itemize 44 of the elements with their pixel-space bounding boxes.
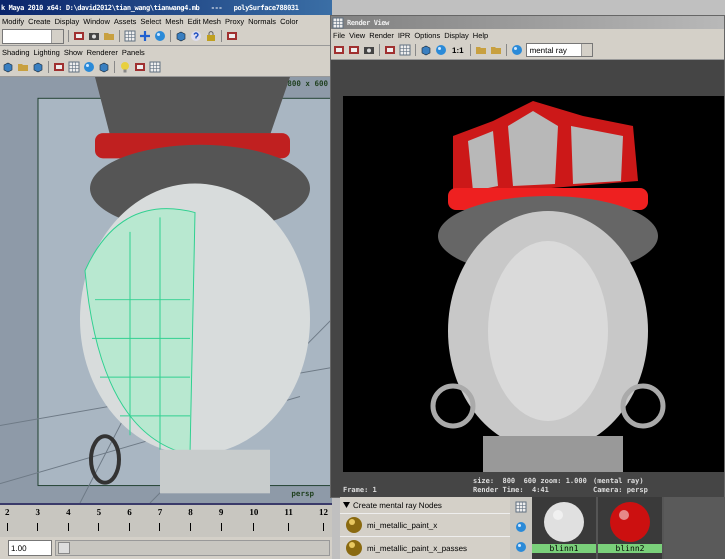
grid-icon[interactable] (68, 61, 80, 73)
frame-number: 9 (218, 507, 224, 517)
sphere-icon[interactable] (544, 502, 584, 542)
actual-size-button[interactable]: 1:1 (450, 46, 466, 54)
cube-icon[interactable] (98, 61, 110, 73)
slider-thumb[interactable] (58, 542, 70, 554)
grid-icon[interactable] (515, 501, 527, 513)
sphere-icon[interactable] (610, 502, 650, 542)
grid-icon[interactable] (124, 30, 136, 42)
frame-number: 12 (318, 507, 328, 517)
sphere-icon (346, 540, 362, 556)
camera-icon[interactable] (363, 44, 375, 56)
frame-number: 8 (188, 507, 193, 517)
cube-icon[interactable] (32, 61, 44, 73)
material-label: blinn1 (532, 544, 596, 553)
node-item[interactable]: mi_metallic_paint_x (340, 513, 510, 536)
grid-icon[interactable] (149, 61, 161, 73)
timeline[interactable]: 2 3 4 5 6 7 8 9 10 11 12 (0, 503, 332, 537)
cube-icon[interactable] (420, 44, 432, 56)
material-label: blinn2 (598, 544, 662, 553)
menu-set-dropdown[interactable] (2, 28, 64, 44)
lock-icon[interactable] (205, 30, 217, 42)
question-icon[interactable] (190, 30, 202, 42)
cube-icon[interactable] (175, 30, 187, 42)
grid-icon[interactable] (332, 16, 344, 28)
range-slider[interactable] (55, 540, 330, 556)
sphere-icon (346, 517, 362, 533)
section-header[interactable]: Create mental ray Nodes (353, 500, 442, 510)
frame-number: 11 (284, 507, 293, 517)
plus-icon[interactable] (139, 30, 151, 42)
frame-number: 10 (249, 507, 258, 517)
frame-number: 4 (66, 507, 71, 517)
cube-icon[interactable] (2, 61, 14, 73)
start-field[interactable]: 1.00 (8, 540, 52, 556)
frame-number: 6 (127, 507, 132, 517)
frame-number: 7 (158, 507, 162, 517)
grid-icon[interactable] (399, 44, 411, 56)
expand-triangle-icon[interactable] (343, 502, 350, 508)
frame-number: 5 (96, 507, 102, 517)
frame-number: 3 (36, 507, 40, 517)
node-item[interactable]: mi_metallic_paint_x_passes (340, 536, 510, 559)
frame-number: 2 (5, 507, 10, 517)
renderer-dropdown[interactable]: mental ray (526, 43, 593, 57)
camera-icon[interactable] (88, 30, 100, 42)
